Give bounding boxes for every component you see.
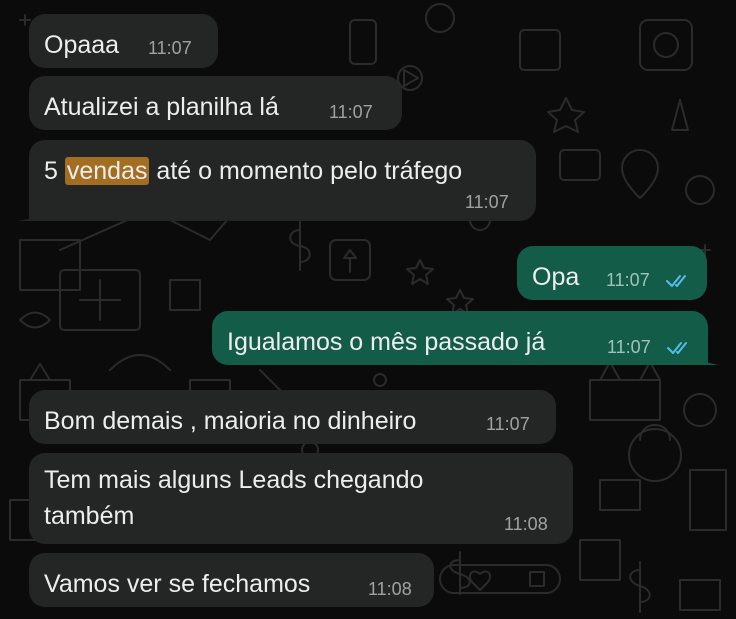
message-text: Atualizei a planilha lá (44, 93, 279, 121)
message-time: 11:07 (329, 102, 373, 122)
message-bubble-outgoing[interactable]: Opa 11:07 (517, 246, 707, 300)
message-time: 11:07 (486, 414, 530, 434)
message-text: Opa (532, 263, 580, 291)
message-bubble-incoming[interactable]: Bom demais , maioria no dinheiro 11:07 (29, 390, 556, 444)
message-bubble-incoming[interactable]: Vamos ver se fechamos 11:08 (29, 553, 434, 607)
message-bubble-incoming[interactable]: Atualizei a planilha lá 11:07 (29, 76, 402, 130)
message-text-after: até o momento pelo tráfego (149, 157, 463, 185)
read-receipt-icon (666, 275, 686, 287)
message-time: 11:07 (148, 38, 192, 58)
message-time: 11:07 (606, 270, 650, 290)
message-time: 11:08 (368, 579, 412, 599)
message-bubble-incoming[interactable]: 5 vendas até o momento pelo tráfego 11:0… (17, 140, 536, 221)
message-text: Vamos ver se fechamos (44, 570, 311, 598)
read-receipt-icon (667, 342, 687, 354)
message-text-line-1: Tem mais alguns Leads chegando (44, 466, 424, 494)
bubble-tail-icon (694, 343, 720, 365)
message-bubble-outgoing[interactable]: Igualamos o mês passado já 11:07 (212, 311, 720, 365)
message-bubble-incoming[interactable]: Tem mais alguns Leads chegando também 11… (29, 453, 573, 544)
message-time: 11:07 (465, 192, 509, 212)
message-text-line-2: também (44, 502, 135, 530)
message-text-before: 5 (44, 157, 65, 185)
message-text: Opaaa (44, 31, 120, 59)
message-text: Bom demais , maioria no dinheiro (44, 407, 417, 435)
message-text: Igualamos o mês passado já (227, 328, 546, 356)
message-bubble-incoming[interactable]: Opaaa 11:07 (29, 14, 218, 68)
message-time: 11:07 (607, 337, 651, 357)
message-text: 5 vendas até o momento pelo tráfego (44, 154, 462, 188)
message-time: 11:08 (504, 514, 548, 534)
search-highlight: vendas (64, 157, 150, 185)
bubble-tail-icon (17, 199, 43, 221)
